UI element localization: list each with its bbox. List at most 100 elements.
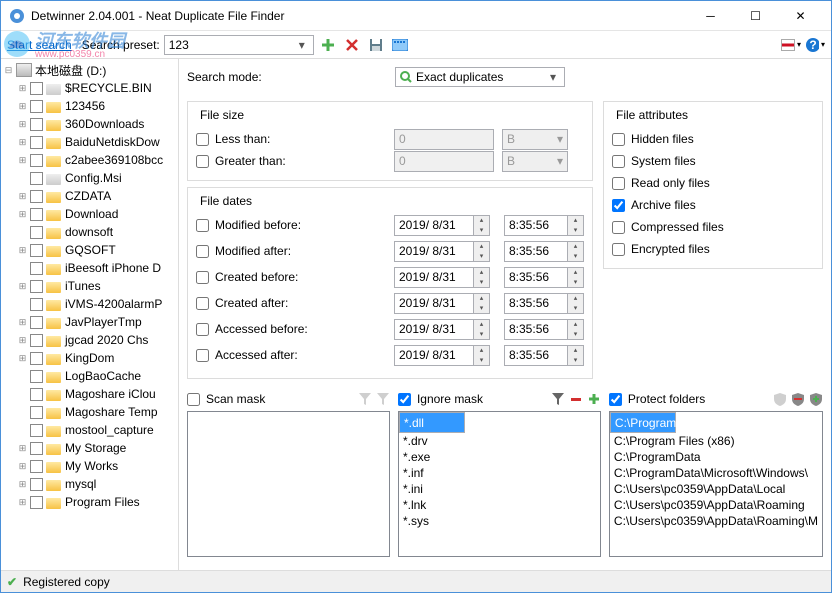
tree-item[interactable]: ⊞My Storage — [3, 439, 176, 457]
attr-check[interactable]: Read only files — [612, 172, 814, 194]
tree-checkbox[interactable] — [30, 226, 43, 239]
minimize-button[interactable]: ─ — [688, 1, 733, 30]
tree-checkbox[interactable] — [30, 172, 43, 185]
tree-checkbox[interactable] — [30, 334, 43, 347]
greater-than-input[interactable] — [394, 151, 494, 172]
list-item[interactable]: *.ini — [399, 481, 600, 497]
list-item[interactable]: C:\Users\pc0359\AppData\Roaming — [610, 497, 822, 513]
add-preset-button[interactable] — [318, 35, 338, 55]
expand-icon[interactable]: ⊞ — [17, 101, 28, 112]
tree-item[interactable]: LogBaoCache — [3, 367, 176, 385]
expand-icon[interactable]: ⊞ — [17, 317, 28, 328]
tree-item[interactable]: ⊞jgcad 2020 Chs — [3, 331, 176, 349]
start-search-link[interactable]: Start search — [7, 38, 72, 52]
tree-item[interactable]: ⊞JavPlayerTmp — [3, 313, 176, 331]
delete-preset-button[interactable] — [342, 35, 362, 55]
protect-folders-check[interactable]: Protect folders — [609, 388, 705, 410]
tree-item[interactable]: iVMS-4200alarmP — [3, 295, 176, 313]
date-check[interactable]: Modified before: — [196, 214, 386, 236]
tree-item[interactable]: Config.Msi — [3, 169, 176, 187]
expand-icon[interactable]: ⊞ — [17, 155, 28, 166]
close-button[interactable]: ✕ — [778, 1, 823, 30]
attr-check[interactable]: Encrypted files — [612, 238, 814, 260]
list-item[interactable]: *.exe — [399, 449, 600, 465]
protect-folders-list[interactable]: C:\Program FilesC:\Program Files (x86)C:… — [609, 411, 823, 557]
help-button[interactable]: ?▾ — [805, 35, 825, 55]
expand-icon[interactable]: ⊞ — [17, 83, 28, 94]
tree-checkbox[interactable] — [30, 442, 43, 455]
tree-checkbox[interactable] — [30, 262, 43, 275]
ignore-mask-list[interactable]: *.dll*.drv*.exe*.inf*.ini*.lnk*.sys — [398, 411, 601, 557]
time-input[interactable]: 8:35:56▴▾ — [504, 215, 584, 236]
save-preset-button[interactable] — [366, 35, 386, 55]
date-input[interactable]: 2019/ 8/31▴▾ — [394, 293, 490, 314]
expand-icon[interactable]: ⊞ — [17, 137, 28, 148]
tree-checkbox[interactable] — [30, 280, 43, 293]
funnel-add-icon[interactable] — [376, 392, 390, 406]
date-input[interactable]: 2019/ 8/31▴▾ — [394, 267, 490, 288]
preset-combo[interactable]: 123 ▾ — [164, 35, 314, 55]
time-input[interactable]: 8:35:56▴▾ — [504, 293, 584, 314]
tree-checkbox[interactable] — [30, 316, 43, 329]
add-icon[interactable] — [587, 392, 601, 406]
time-input[interactable]: 8:35:56▴▾ — [504, 241, 584, 262]
scan-mask-list[interactable] — [187, 411, 390, 557]
time-input[interactable]: 8:35:56▴▾ — [504, 319, 584, 340]
expand-icon[interactable]: ⊞ — [17, 443, 28, 454]
tree-checkbox[interactable] — [30, 496, 43, 509]
date-input[interactable]: 2019/ 8/31▴▾ — [394, 345, 490, 366]
maximize-button[interactable]: ☐ — [733, 1, 778, 30]
attr-check[interactable]: System files — [612, 150, 814, 172]
tree-checkbox[interactable] — [30, 370, 43, 383]
tree-checkbox[interactable] — [30, 298, 43, 311]
funnel-remove-icon[interactable] — [358, 392, 372, 406]
attr-check[interactable]: Compressed files — [612, 216, 814, 238]
scan-mask-check[interactable]: Scan mask — [187, 388, 265, 410]
tree-item[interactable]: Magoshare Temp — [3, 403, 176, 421]
attr-check[interactable]: Archive files — [612, 194, 814, 216]
language-button[interactable]: ▾ — [781, 35, 801, 55]
remove-icon[interactable] — [569, 392, 583, 406]
shield-dim-icon[interactable] — [773, 392, 787, 406]
folder-tree[interactable]: ⊟ 本地磁盘 (D:) ⊞$RECYCLE.BIN⊞123456⊞360Down… — [1, 59, 179, 572]
tree-checkbox[interactable] — [30, 190, 43, 203]
shield-add-icon[interactable] — [809, 392, 823, 406]
greater-than-unit[interactable]: B▾ — [502, 151, 568, 172]
attr-check[interactable]: Hidden files — [612, 128, 814, 150]
tree-checkbox[interactable] — [30, 388, 43, 401]
expand-icon[interactable] — [17, 299, 28, 310]
expand-icon[interactable]: ⊞ — [17, 191, 28, 202]
expand-icon[interactable]: ⊞ — [17, 479, 28, 490]
expand-icon[interactable] — [17, 227, 28, 238]
list-item[interactable]: *.lnk — [399, 497, 600, 513]
list-item[interactable]: *.sys — [399, 513, 600, 529]
expand-icon[interactable] — [17, 371, 28, 382]
date-check[interactable]: Modified after: — [196, 240, 386, 262]
tree-checkbox[interactable] — [30, 244, 43, 257]
date-input[interactable]: 2019/ 8/31▴▾ — [394, 241, 490, 262]
list-item[interactable]: C:\Users\pc0359\AppData\Local — [610, 481, 822, 497]
tree-checkbox[interactable] — [30, 352, 43, 365]
tree-item[interactable]: ⊞CZDATA — [3, 187, 176, 205]
tree-item[interactable]: ⊞mysql — [3, 475, 176, 493]
expand-icon[interactable]: ⊞ — [17, 281, 28, 292]
list-item[interactable]: *.drv — [399, 433, 600, 449]
funnel-icon[interactable] — [551, 392, 565, 406]
tree-item[interactable]: ⊞c2abee369108bcc — [3, 151, 176, 169]
tree-item[interactable]: ⊞360Downloads — [3, 115, 176, 133]
expand-icon[interactable] — [17, 389, 28, 400]
tree-checkbox[interactable] — [30, 82, 43, 95]
list-item[interactable]: C:\ProgramData — [610, 449, 822, 465]
expand-icon[interactable] — [17, 407, 28, 418]
expand-icon[interactable]: ⊞ — [17, 245, 28, 256]
tree-item[interactable]: ⊞$RECYCLE.BIN — [3, 79, 176, 97]
tree-item[interactable]: ⊞123456 — [3, 97, 176, 115]
list-item[interactable]: C:\Program Files — [610, 412, 676, 433]
expand-icon[interactable]: ⊞ — [17, 497, 28, 508]
expand-icon[interactable] — [17, 173, 28, 184]
time-input[interactable]: 8:35:56▴▾ — [504, 267, 584, 288]
tree-checkbox[interactable] — [30, 136, 43, 149]
list-item[interactable]: C:\Program Files (x86) — [610, 433, 822, 449]
expand-icon[interactable]: ⊞ — [17, 461, 28, 472]
tree-checkbox[interactable] — [30, 154, 43, 167]
